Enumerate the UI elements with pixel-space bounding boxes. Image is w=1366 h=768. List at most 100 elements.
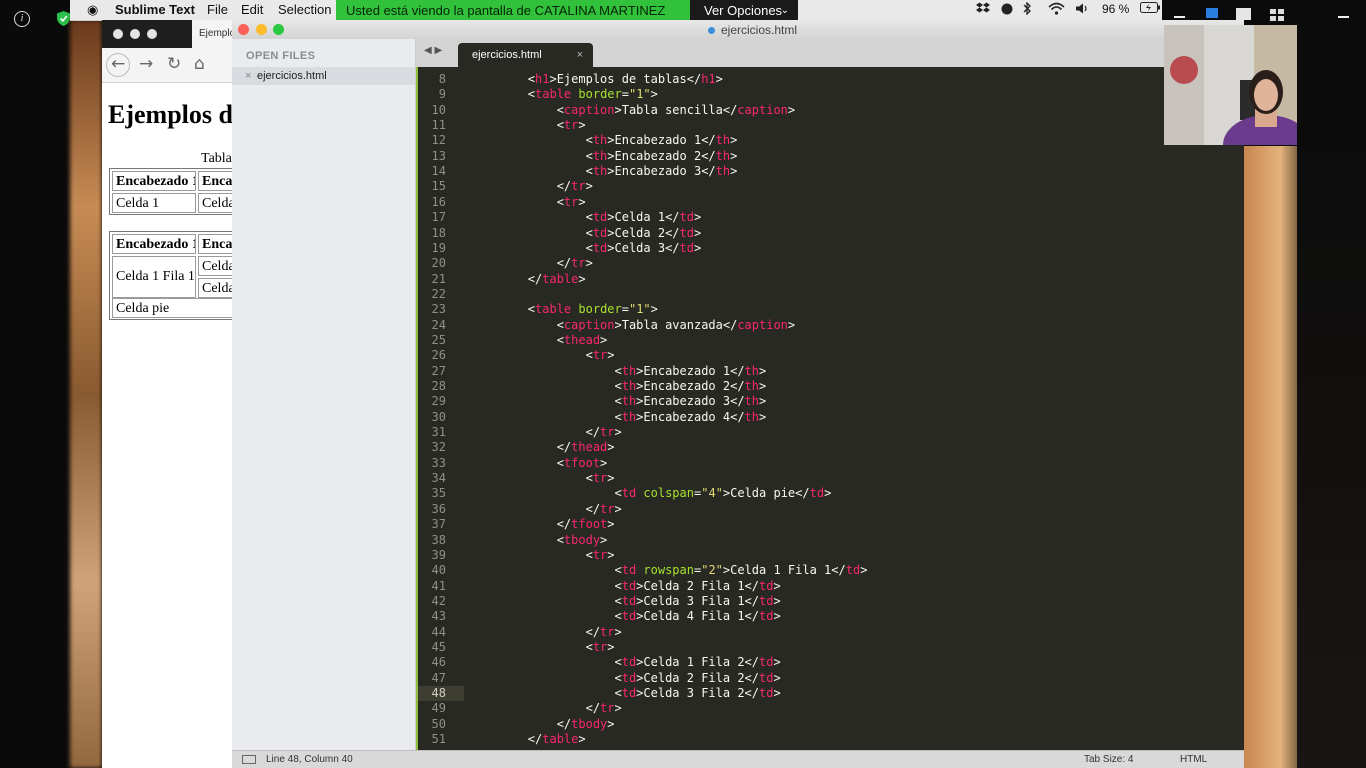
code-text: < xyxy=(470,394,622,409)
code-line[interactable]: <td>Celda 2 Fila 1</td> xyxy=(470,579,780,593)
code-line[interactable]: <td>Celda 3 Fila 1</td> xyxy=(470,593,780,608)
forward-icon[interactable]: → xyxy=(139,54,153,74)
browser-tab[interactable]: Ejemplo xyxy=(192,20,232,48)
menu-file[interactable]: File xyxy=(207,2,228,17)
console-toggle-icon[interactable] xyxy=(242,755,256,764)
menu-edit[interactable]: Edit xyxy=(241,2,263,17)
code-line[interactable]: <th>Encabezado 1</th> xyxy=(470,364,766,378)
code-line[interactable]: <tbody> xyxy=(470,533,608,547)
code-line[interactable]: <tr> xyxy=(470,548,615,562)
code-tag: tr xyxy=(563,194,579,209)
code-line[interactable]: <tr> xyxy=(470,348,615,362)
minimize-icon[interactable] xyxy=(1174,16,1185,18)
browser-zoom-button[interactable] xyxy=(147,29,157,39)
menu-app-name[interactable]: Sublime Text xyxy=(115,2,195,17)
browser-close-button[interactable] xyxy=(113,29,123,39)
code-tag: h1 xyxy=(535,72,550,86)
info-icon[interactable]: i xyxy=(14,11,30,27)
volume-icon[interactable] xyxy=(1075,2,1088,18)
line-number: 51 xyxy=(431,732,446,747)
code-tag: td xyxy=(592,210,608,225)
sidebar-open-file[interactable]: × ejercicios.html xyxy=(232,67,415,85)
code-line[interactable]: <table border="1"> xyxy=(470,87,658,101)
menu-selection[interactable]: Selection xyxy=(278,2,331,17)
code-line[interactable]: </tr> xyxy=(470,625,622,639)
close-button[interactable] xyxy=(238,24,249,35)
line-number: 29 xyxy=(431,394,446,409)
code-line[interactable]: </tfoot> xyxy=(470,517,615,531)
code-line[interactable]: <th>Encabezado 4</th> xyxy=(470,410,766,424)
code-text: > xyxy=(607,471,615,486)
code-line[interactable]: <td>Celda 3</td> xyxy=(470,241,702,255)
code-line[interactable]: </tr> xyxy=(470,701,622,715)
code-line[interactable]: <th>Encabezado 1</th> xyxy=(470,133,738,147)
code-line[interactable]: <th>Encabezado 3</th> xyxy=(470,394,766,408)
syntax-mode[interactable]: HTML xyxy=(1180,751,1207,768)
view-options-button[interactable]: Ver Opciones ⌄ xyxy=(690,0,798,21)
code-tag: tr xyxy=(592,348,608,363)
close-file-icon[interactable]: × xyxy=(245,67,251,85)
code-line[interactable]: <td>Celda 1</td> xyxy=(470,210,702,225)
code-line[interactable]: <tr> xyxy=(470,195,586,209)
code-line[interactable]: <td>Celda 2</td> xyxy=(470,225,702,240)
code-line[interactable]: <td>Celda 3 Fila 2</td> xyxy=(470,686,780,700)
code-text: >Celda 2 Fila 2</ xyxy=(636,670,759,685)
bluetooth-icon[interactable] xyxy=(1022,1,1032,18)
zoom-button[interactable] xyxy=(273,24,284,35)
line-number: 48 xyxy=(431,686,446,700)
code-line[interactable]: </table> xyxy=(470,732,586,746)
code-line[interactable]: <h1>Ejemplos de tablas</h1> xyxy=(470,72,723,86)
code-text: > xyxy=(693,225,702,240)
tab-size[interactable]: Tab Size: 4 xyxy=(1084,751,1133,768)
sync-icon[interactable] xyxy=(1000,2,1014,18)
tab-nav-arrows-icon[interactable]: ◀ ▶ xyxy=(424,45,442,56)
collapse-icon[interactable] xyxy=(1338,16,1349,18)
code-line[interactable]: <tfoot> xyxy=(470,456,608,470)
tab-ejercicios[interactable]: ejercicios.html × xyxy=(458,43,593,67)
code-text: < xyxy=(470,164,593,179)
code-line[interactable]: <th>Encabezado 2</th> xyxy=(470,379,766,393)
table1-th-1: Encabezado 1 xyxy=(112,171,196,191)
code-text: > xyxy=(607,639,615,654)
battery-icon[interactable] xyxy=(1140,2,1161,17)
code-text: </ xyxy=(470,517,572,532)
gallery-icon[interactable] xyxy=(1270,8,1285,21)
code-line[interactable]: </tr> xyxy=(470,502,622,516)
code-line[interactable]: <td>Celda 4 Fila 1</td> xyxy=(470,609,780,623)
close-icon[interactable]: × xyxy=(577,43,583,67)
window-icon[interactable] xyxy=(1236,8,1251,20)
code-line[interactable]: <caption>Tabla sencilla</caption> xyxy=(470,103,795,117)
browser-minimize-button[interactable] xyxy=(130,29,140,39)
code-editor[interactable]: <h1>Ejemplos de tablas</h1> <table borde… xyxy=(470,67,1240,750)
reload-icon[interactable]: ↻ xyxy=(167,54,181,74)
code-str: "1" xyxy=(628,302,651,317)
code-line[interactable]: <td>Celda 1 Fila 2</td> xyxy=(470,655,780,669)
code-line[interactable]: </table> xyxy=(470,272,586,286)
code-line[interactable]: </tr> xyxy=(470,179,593,193)
code-line[interactable]: </tbody> xyxy=(470,717,615,731)
minimize-button[interactable] xyxy=(256,24,267,35)
code-line[interactable]: <tr> xyxy=(470,118,586,132)
code-line[interactable]: <th>Encabezado 2</th> xyxy=(470,148,738,163)
code-line[interactable]: <td colspan="4">Celda pie</td> xyxy=(470,486,831,500)
code-line[interactable]: <caption>Tabla avanzada</caption> xyxy=(470,318,795,332)
code-line[interactable]: <td>Celda 2 Fila 2</td> xyxy=(470,670,780,685)
code-line[interactable]: <tr> xyxy=(470,640,615,654)
home-icon[interactable]: ⌂ xyxy=(194,54,205,74)
table2-row2-cell: Celda xyxy=(198,278,232,298)
code-tag: th xyxy=(592,148,608,163)
code-line[interactable]: </tr> xyxy=(470,425,622,439)
dropbox-icon[interactable] xyxy=(976,2,990,18)
code-line[interactable]: <td rowspan="2">Celda 1 Fila 1</td> xyxy=(470,563,867,577)
code-line[interactable]: </thead> xyxy=(470,440,615,454)
code-line[interactable]: <tr> xyxy=(470,471,615,485)
code-line[interactable]: </tr> xyxy=(470,256,593,270)
view-icon[interactable] xyxy=(1206,8,1218,18)
code-tag: td xyxy=(759,593,774,608)
wifi-icon[interactable] xyxy=(1048,2,1065,18)
code-tag: td xyxy=(809,486,825,501)
code-line[interactable]: <thead> xyxy=(470,333,608,347)
apple-icon[interactable]: ◉ xyxy=(87,2,98,18)
code-line[interactable]: <th>Encabezado 3</th> xyxy=(470,164,738,179)
code-line[interactable]: <table border="1"> xyxy=(470,302,658,316)
